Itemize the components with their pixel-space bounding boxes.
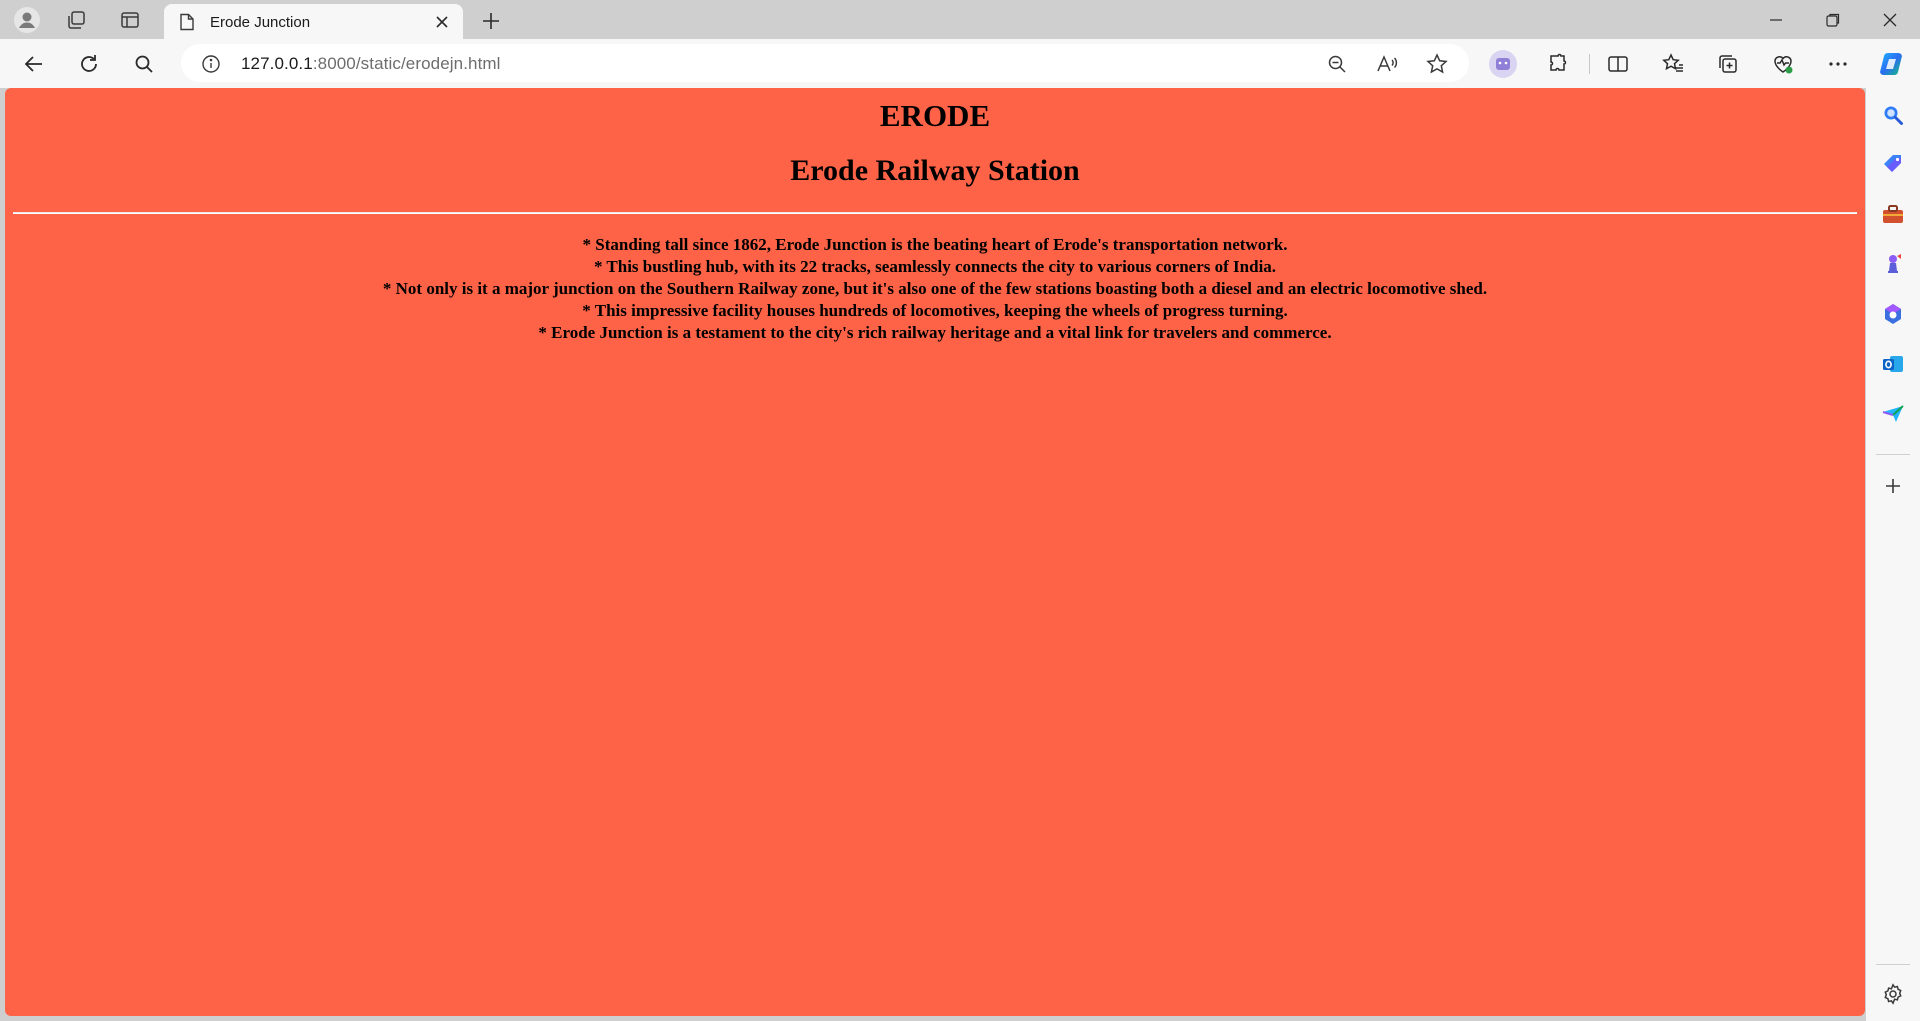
more-icon[interactable] bbox=[1821, 47, 1855, 81]
browser-essentials-icon[interactable] bbox=[1766, 47, 1800, 81]
fact-line: * This bustling hub, with its 22 tracks,… bbox=[593, 257, 1277, 276]
fact-line: * Not only is it a major junction on the… bbox=[382, 279, 1488, 298]
active-tab[interactable]: Erode Junction bbox=[164, 4, 463, 39]
copilot-icon[interactable] bbox=[1876, 47, 1910, 81]
fact-line: * Erode Junction is a testament to the c… bbox=[538, 323, 1332, 342]
page-title: ERODE bbox=[879, 98, 991, 133]
favorites-icon[interactable] bbox=[1656, 47, 1690, 81]
shopping-icon[interactable] bbox=[1879, 150, 1907, 178]
sidebar-divider bbox=[1876, 454, 1910, 455]
search-icon[interactable] bbox=[127, 47, 161, 81]
minimize-icon[interactable] bbox=[1748, 0, 1804, 39]
facts-list: * Standing tall since 1862, Erode Juncti… bbox=[5, 234, 1865, 344]
outlook-icon[interactable] bbox=[1879, 350, 1907, 378]
games-icon[interactable] bbox=[1879, 250, 1907, 278]
url-text: 127.0.0.1:8000/static/erodejn.html bbox=[241, 54, 501, 74]
add-icon[interactable] bbox=[1879, 472, 1907, 500]
url-path: :8000/static/erodejn.html bbox=[312, 54, 501, 73]
microsoft365-icon[interactable] bbox=[1879, 300, 1907, 328]
fact-line: * Standing tall since 1862, Erode Juncti… bbox=[582, 235, 1288, 254]
tab-title: Erode Junction bbox=[210, 14, 311, 31]
site-info-icon[interactable] bbox=[197, 50, 225, 78]
close-icon[interactable] bbox=[433, 13, 451, 31]
extensions-icon[interactable] bbox=[1541, 47, 1575, 81]
browser-toolbar: 127.0.0.1:8000/static/erodejn.html bbox=[0, 39, 1920, 88]
url-host: 127.0.0.1 bbox=[241, 54, 313, 73]
close-window-icon[interactable] bbox=[1862, 0, 1918, 39]
zoom-out-icon[interactable] bbox=[1323, 50, 1351, 78]
tab-strip: Erode Junction bbox=[0, 0, 1920, 39]
back-icon[interactable] bbox=[17, 47, 51, 81]
tools-icon[interactable] bbox=[1879, 200, 1907, 228]
browser-sidebar bbox=[1866, 88, 1920, 1021]
read-aloud-icon[interactable] bbox=[1373, 50, 1401, 78]
horizontal-rule bbox=[13, 212, 1857, 214]
settings-icon[interactable] bbox=[1879, 980, 1907, 1008]
toolbar-divider bbox=[1589, 54, 1590, 74]
tab-actions-icon[interactable] bbox=[113, 5, 147, 35]
drop-icon[interactable] bbox=[1879, 400, 1907, 428]
fact-line: * This impressive facility houses hundre… bbox=[582, 301, 1288, 320]
favorite-star-icon[interactable] bbox=[1423, 50, 1451, 78]
collections-icon[interactable] bbox=[1711, 47, 1745, 81]
sidebar-divider bbox=[1876, 964, 1910, 965]
page-viewport: ERODE Erode Railway Station * Standing t… bbox=[5, 88, 1865, 1016]
restore-icon[interactable] bbox=[1805, 0, 1861, 39]
address-bar[interactable]: 127.0.0.1:8000/static/erodejn.html bbox=[181, 44, 1469, 82]
page-icon bbox=[179, 13, 195, 36]
page-subtitle: Erode Railway Station bbox=[790, 154, 1080, 187]
extension-avatar-icon[interactable] bbox=[1486, 47, 1520, 81]
search-icon[interactable] bbox=[1879, 101, 1907, 129]
profile-icon[interactable] bbox=[10, 5, 44, 35]
refresh-icon[interactable] bbox=[72, 47, 106, 81]
workspaces-icon[interactable] bbox=[60, 5, 94, 35]
split-screen-icon[interactable] bbox=[1601, 47, 1635, 81]
new-tab-icon[interactable] bbox=[477, 7, 505, 35]
